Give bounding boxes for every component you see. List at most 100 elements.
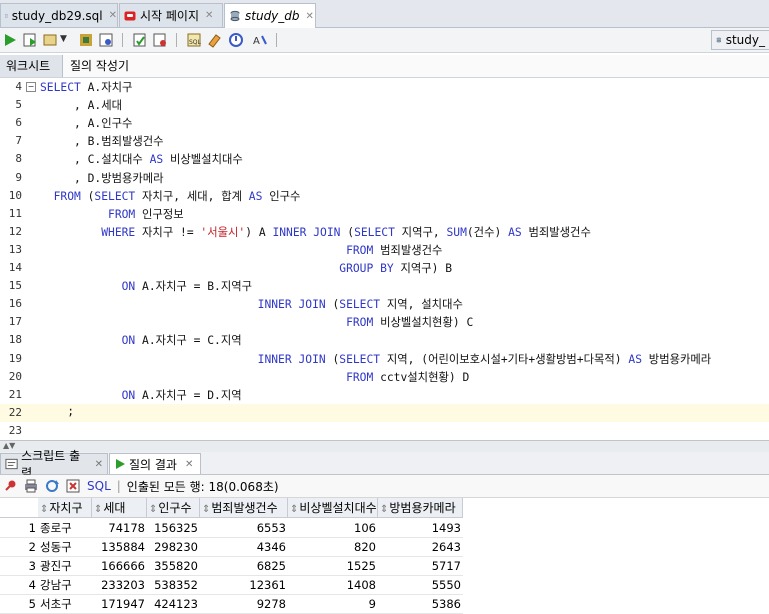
cancel-fetch-icon[interactable] — [65, 478, 81, 494]
code-line[interactable]: 23 — [0, 422, 769, 440]
table-cell[interactable]: 1408 — [288, 576, 378, 595]
tab-study-db29-sql[interactable]: study_db29.sql ✕ — [0, 3, 118, 27]
sql-link[interactable]: SQL — [87, 479, 111, 493]
run-script-icon[interactable] — [22, 32, 38, 48]
column-header[interactable]: ⇕범죄발생건수 — [200, 498, 288, 518]
close-icon[interactable]: ✕ — [95, 459, 103, 470]
code-line[interactable]: 22 ; — [0, 404, 769, 422]
table-cell[interactable]: 424123 — [147, 595, 200, 614]
table-cell[interactable]: 298230 — [147, 538, 200, 557]
code-line[interactable]: 5 , A.세대 — [0, 96, 769, 114]
tab-worksheet[interactable]: 워크시트 — [0, 55, 63, 77]
sql-editor[interactable]: 4−SELECT A.자치구5 , A.세대6 , A.인구수7 , B.범죄발… — [0, 78, 769, 440]
code-line[interactable]: 15 ON A.자치구 = B.지역구 — [0, 277, 769, 295]
tab-start-page[interactable]: 시작 페이지 ✕ — [119, 3, 223, 27]
table-cell[interactable]: 2643 — [378, 538, 463, 557]
code-line[interactable]: 16 INNER JOIN (SELECT 지역, 설치대수 — [0, 295, 769, 313]
close-icon[interactable]: ✕ — [185, 459, 193, 470]
sort-icon[interactable]: ⇕ — [202, 504, 210, 515]
table-cell[interactable]: 강남구 — [38, 576, 92, 595]
table-cell[interactable]: 6553 — [200, 519, 288, 538]
table-cell[interactable]: 820 — [288, 538, 378, 557]
code-line[interactable]: 4−SELECT A.자치구 — [0, 78, 769, 96]
table-cell[interactable]: 171947 — [92, 595, 147, 614]
sort-icon[interactable]: ⇕ — [94, 504, 102, 515]
pin-icon[interactable] — [2, 478, 18, 494]
code-line[interactable]: 12 WHERE 자치구 != '서울시') A INNER JOIN (SEL… — [0, 223, 769, 241]
table-cell[interactable]: 4346 — [200, 538, 288, 557]
code-line[interactable]: 6 , A.인구수 — [0, 114, 769, 132]
eraser-icon[interactable] — [206, 32, 222, 48]
code-line[interactable]: 20 FROM cctv설치현황) D — [0, 368, 769, 386]
table-cell[interactable]: 서초구 — [38, 595, 92, 614]
column-header[interactable]: ⇕비상벨설치대수 — [288, 498, 378, 518]
autotrace-icon[interactable] — [42, 32, 58, 48]
code-line[interactable]: 11 FROM 인구정보 — [0, 205, 769, 223]
code-line[interactable]: 9 , D.방범용카메라 — [0, 169, 769, 187]
table-cell[interactable]: 9278 — [200, 595, 288, 614]
collapse-icon[interactable]: ▲▼ — [3, 441, 15, 450]
tab-query-result[interactable]: 질의 결과 ✕ — [109, 453, 201, 474]
code-line[interactable]: 19 INNER JOIN (SELECT 지역, (어린이보호시설+기타+생활… — [0, 350, 769, 368]
column-header[interactable]: ⇕자치구 — [38, 498, 92, 518]
table-cell[interactable]: 538352 — [147, 576, 200, 595]
print-icon[interactable] — [23, 478, 39, 494]
table-cell[interactable]: 5550 — [378, 576, 463, 595]
code-line[interactable]: 13 FROM 범죄발생건수 — [0, 241, 769, 259]
start-page-icon — [124, 10, 136, 22]
column-header[interactable]: ⇕인구수 — [147, 498, 200, 518]
table-cell[interactable]: 355820 — [147, 557, 200, 576]
table-cell[interactable]: 성동구 — [38, 538, 92, 557]
chevron-down-icon[interactable]: ▼ — [60, 34, 67, 44]
code-line[interactable]: 21 ON A.자치구 = D.지역 — [0, 386, 769, 404]
tab-study-db[interactable]: study_db ✕ — [224, 3, 316, 28]
column-header[interactable]: ⇕세대 — [92, 498, 147, 518]
code-line[interactable]: 7 , B.범죄발생건수 — [0, 132, 769, 150]
table-cell[interactable]: 135884 — [92, 538, 147, 557]
table-cell[interactable]: 156325 — [147, 519, 200, 538]
line-number: 4 — [0, 80, 22, 93]
column-header[interactable]: ⇕방범용카메라 — [378, 498, 463, 518]
rollback-icon[interactable] — [98, 32, 114, 48]
table-cell[interactable]: 74178 — [92, 519, 147, 538]
result-grid[interactable]: ⇕자치구⇕세대⇕인구수⇕범죄발생건수⇕비상벨설치대수⇕방범용카메라1종로구741… — [0, 498, 769, 612]
table-cell[interactable]: 106 — [288, 519, 378, 538]
refresh-icon[interactable] — [44, 478, 60, 494]
fold-toggle-icon[interactable]: − — [26, 82, 36, 92]
sql-history-icon[interactable]: SQL — [186, 32, 202, 48]
sort-icon[interactable]: ⇕ — [149, 504, 157, 515]
table-cell[interactable]: 6825 — [200, 557, 288, 576]
sql-tuning-icon[interactable] — [152, 32, 168, 48]
code-line[interactable]: 17 FROM 비상벨설치현황) C — [0, 313, 769, 331]
tab-query-builder[interactable]: 질의 작성기 — [64, 55, 144, 77]
commit-icon[interactable] — [78, 32, 94, 48]
table-cell[interactable]: 9 — [288, 595, 378, 614]
run-statement-icon[interactable] — [2, 32, 18, 48]
close-icon[interactable]: ✕ — [306, 11, 314, 22]
connection-selector[interactable]: study_ — [711, 30, 769, 50]
sort-icon[interactable]: ⇕ — [380, 504, 388, 515]
format-icon[interactable]: A — [252, 32, 268, 48]
close-icon[interactable]: ✕ — [109, 10, 117, 21]
code-line[interactable]: 14 GROUP BY 지역구) B — [0, 259, 769, 277]
code-line[interactable]: 10 FROM (SELECT 자치구, 세대, 합계 AS 인구수 — [0, 187, 769, 205]
sort-icon[interactable]: ⇕ — [40, 504, 48, 515]
table-cell[interactable]: 233203 — [92, 576, 147, 595]
tab-script-output[interactable]: 스크립트 출력 ✕ — [0, 453, 108, 474]
table-cell[interactable]: 종로구 — [38, 519, 92, 538]
table-cell[interactable]: 광진구 — [38, 557, 92, 576]
table-cell[interactable]: 166666 — [92, 557, 147, 576]
sql-text — [40, 353, 258, 366]
table-cell[interactable]: 5717 — [378, 557, 463, 576]
sql-text: A.자치구 = B.지역구 — [135, 280, 252, 293]
close-icon[interactable]: ✕ — [205, 10, 213, 21]
code-line[interactable]: 18 ON A.자치구 = C.지역 — [0, 331, 769, 349]
code-line[interactable]: 8 , C.설치대수 AS 비상벨설치대수 — [0, 150, 769, 168]
explain-plan-icon[interactable] — [132, 32, 148, 48]
table-cell[interactable]: 1493 — [378, 519, 463, 538]
sql-worksheet-history-icon[interactable] — [228, 32, 244, 48]
table-cell[interactable]: 5386 — [378, 595, 463, 614]
table-cell[interactable]: 12361 — [200, 576, 288, 595]
sort-icon[interactable]: ⇕ — [290, 504, 298, 515]
table-cell[interactable]: 1525 — [288, 557, 378, 576]
